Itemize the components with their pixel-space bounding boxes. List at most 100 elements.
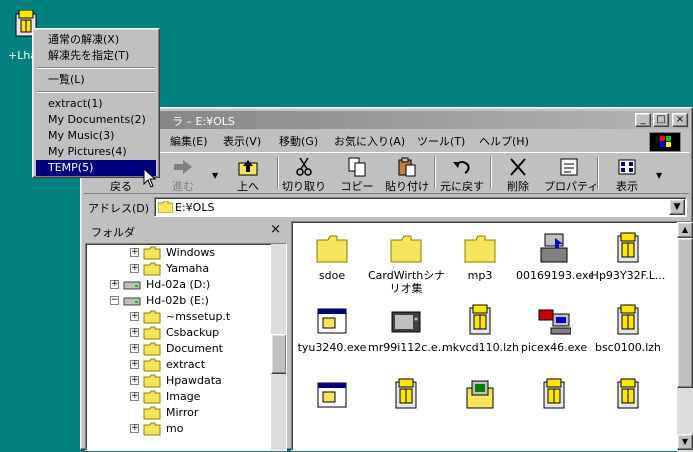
folder-icon [143,374,161,388]
file-item[interactable]: tyu3240.exe [294,304,370,354]
menu-view[interactable]: 表示(V) [223,133,261,149]
folder-icon [390,235,422,263]
properties-icon [560,158,578,176]
file-item[interactable]: CardWirthシナ リオ集 [368,232,444,295]
expand-toggle[interactable]: + [130,360,139,369]
hard-drive-icon [123,281,141,290]
forward-arrow-icon [174,160,192,174]
file-item[interactable] [516,378,592,412]
properties-button[interactable]: プロパティ [544,157,598,193]
folder-archive-icon [466,380,494,409]
lzh-archive-icon [617,378,639,409]
file-item[interactable] [294,378,370,412]
file-list-scrollbar[interactable]: ▲ ▼ [677,222,693,452]
file-list: sdoe CardWirthシナ リオ集 mp3 00169193.exe Hp… [291,221,693,452]
file-item[interactable]: mkvcd110.lzh [442,304,518,354]
expand-toggle[interactable]: + [130,248,139,257]
menu-item-extract-to[interactable]: 解凍先を指定(T) [36,48,156,64]
menu-item-my-pictures[interactable]: My Pictures(4) [36,144,156,160]
view-grid-icon [618,159,636,175]
expand-toggle[interactable]: + [110,280,119,289]
mouse-cursor-icon [143,168,157,188]
maximize-button[interactable]: □ [653,113,669,127]
file-item[interactable]: 00169193.exe [516,232,592,282]
address-bar: アドレス(D) E:¥OLS ▼ [84,196,689,218]
folder-icon [143,310,161,324]
view-dropdown-icon[interactable]: ▼ [656,171,662,180]
toolbar-separator [597,157,599,189]
scroll-up-button[interactable]: ▲ [677,222,693,238]
file-item[interactable]: picex46.exe [516,304,592,354]
address-input[interactable]: E:¥OLS ▼ [154,197,687,217]
file-item[interactable]: bsc0100.lzh [590,304,666,354]
menu-edit[interactable]: 編集(E) [170,133,208,149]
expand-toggle[interactable]: + [130,312,139,321]
tv-program-icon [391,311,421,333]
paste-button[interactable]: 貼り付け [382,157,432,193]
explorer-window: ラ – E:¥OLS _ □ × 編集(E) 表示(V) 移動(G) お気に入り… [80,107,693,452]
folder-pane-close-button[interactable]: × [270,222,281,237]
delete-x-icon [510,158,526,176]
title-bar[interactable]: ラ – E:¥OLS _ □ × [84,111,689,129]
folder-icon [158,201,173,213]
hard-drive-icon [123,297,141,306]
folder-icon [316,235,348,263]
file-item[interactable]: mp3 [442,232,518,282]
expand-toggle[interactable]: + [130,376,139,385]
forward-dropdown-icon[interactable]: ▼ [212,171,218,180]
file-item[interactable]: mr99i112c.e... [368,304,444,354]
windows-logo-icon [649,132,681,152]
file-item[interactable] [590,378,666,412]
menu-item-list[interactable]: 一覧(L) [36,72,156,88]
lzh-archive-icon [617,304,639,335]
menu-item-my-documents[interactable]: My Documents(2) [36,112,156,128]
expand-toggle[interactable]: + [130,424,139,433]
folder-pane: フォルダ × + Windows + Yamaha + Hd-02a (D:) … [85,221,287,451]
lzh-archive-icon [395,378,417,409]
menu-favorites[interactable]: お気に入り(A) [334,133,405,149]
scrollbar-thumb[interactable] [677,238,693,388]
scroll-down-button[interactable]: ▼ [677,434,693,450]
delete-button[interactable]: 削除 [493,157,543,193]
forward-button[interactable]: 進む [158,157,208,193]
view-button[interactable]: 表示 [602,157,652,193]
window-title: ラ – E:¥OLS [172,115,235,128]
minimize-button[interactable]: _ [635,113,651,127]
expand-toggle[interactable]: + [130,264,139,273]
close-button[interactable]: × [672,113,688,127]
file-item[interactable]: sdoe [294,232,370,282]
menu-item-extract-normal[interactable]: 通常の解凍(X) [36,32,156,48]
installer-icon [540,233,568,263]
menu-help[interactable]: ヘルプ(H) [479,133,529,149]
file-item[interactable]: Hp93Y32F.L... [590,232,666,282]
scrollbar-thumb[interactable] [271,334,286,374]
expand-toggle[interactable]: + [130,392,139,401]
up-button[interactable]: 上へ [223,157,273,193]
expand-toggle[interactable]: + [130,328,139,337]
cut-button[interactable]: 切り取り [279,157,329,193]
menu-item-extract-1[interactable]: extract(1) [36,96,156,112]
toolbar-separator [434,157,436,189]
menu-item-temp[interactable]: TEMP(5) [36,160,156,176]
file-item[interactable] [442,378,518,412]
folder-tree: + Windows + Yamaha + Hd-02a (D:) − Hd-02… [85,243,287,451]
scissors-icon [296,157,312,176]
lzh-archive-icon [617,232,639,263]
toolbar-separator [490,157,492,189]
folder-icon [143,390,161,404]
menu-item-my-music[interactable]: My Music(3) [36,128,156,144]
folder-icon [143,326,161,340]
menu-go[interactable]: 移動(G) [279,133,318,149]
file-item[interactable] [368,378,444,412]
undo-button[interactable]: 元に戻す [437,157,487,193]
folder-tree-scrollbar[interactable] [271,244,286,450]
copy-button[interactable]: コピー [332,157,382,193]
menu-bar: 編集(E) 表示(V) 移動(G) お気に入り(A) ツール(T) ヘルプ(H) [84,131,689,152]
address-dropdown-button[interactable]: ▼ [669,199,685,215]
folder-icon [143,406,161,420]
menu-separator [37,67,155,69]
expand-toggle[interactable]: − [110,296,119,305]
menu-tools[interactable]: ツール(T) [417,133,465,149]
up-folder-icon [238,160,258,176]
expand-toggle[interactable]: + [130,344,139,353]
